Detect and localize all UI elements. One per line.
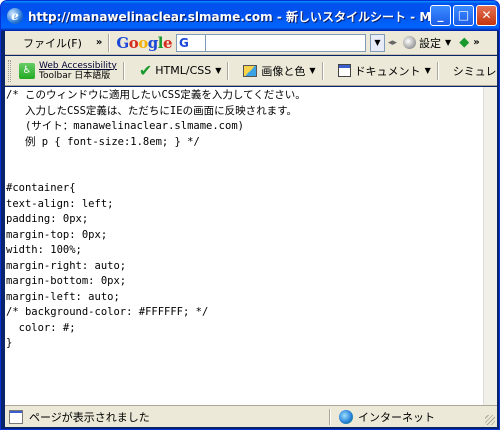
ie-icon: e bbox=[7, 8, 23, 24]
title-bar[interactable]: e http://manawelinaclear.slmame.com - 新し… bbox=[1, 1, 499, 31]
chevron-down-icon: ▼ bbox=[424, 66, 431, 75]
menu-overflow-chevron[interactable]: » bbox=[96, 37, 102, 48]
settings-menu[interactable]: 設定 bbox=[419, 35, 441, 51]
browser-window: e http://manawelinaclear.slmame.com - 新し… bbox=[0, 0, 500, 430]
image-icon bbox=[243, 64, 258, 77]
google-overflow-chevron[interactable]: » bbox=[473, 37, 479, 48]
google-search-input[interactable] bbox=[205, 33, 366, 52]
google-logo-letter: e bbox=[162, 33, 173, 52]
accessibility-toolbar-icon: ♿ bbox=[19, 62, 35, 79]
simulation-menu[interactable]: シミュレ bbox=[453, 63, 497, 79]
css-editor-area[interactable]: /* このウィンドウに適用したいCSS定義を入力してください。 入力したCSS定… bbox=[5, 87, 483, 405]
close-button[interactable]: ✕ bbox=[476, 5, 497, 26]
google-logo-letter: G bbox=[116, 33, 129, 52]
page-icon bbox=[9, 409, 23, 424]
window-controls: _ □ ✕ bbox=[430, 5, 497, 26]
chevron-down-icon[interactable]: ▼ bbox=[445, 38, 451, 47]
logo-line-toolbar: Toolbar bbox=[39, 70, 72, 81]
image-color-label: 画像と色 bbox=[261, 64, 306, 78]
maximize-button[interactable]: □ bbox=[453, 5, 474, 26]
google-logo: Google bbox=[116, 34, 172, 52]
chevron-down-icon: ▼ bbox=[309, 66, 316, 75]
status-divider bbox=[329, 408, 331, 425]
google-logo-letter: o bbox=[128, 33, 139, 52]
flag-icon[interactable]: ◆ bbox=[459, 35, 469, 50]
google-search-engine-selector[interactable]: G bbox=[175, 33, 206, 52]
google-logo-letter: g bbox=[147, 33, 159, 52]
toolbar-separator bbox=[227, 61, 230, 80]
html-css-label: HTML/CSS bbox=[155, 64, 212, 77]
accessibility-toolbar: ♿ Web Accessibility Toolbar 日本語版 ✔ HTML/… bbox=[5, 56, 497, 86]
document-label: ドキュメント bbox=[354, 64, 421, 78]
accessibility-toolbar-logo[interactable]: Web Accessibility Toolbar 日本語版 bbox=[39, 61, 117, 81]
logo-line: Toolbar 日本語版 bbox=[39, 71, 117, 81]
settings-icon[interactable] bbox=[403, 36, 417, 49]
simulation-label: シミュレ bbox=[452, 64, 497, 78]
status-text: ページが表示されました bbox=[29, 410, 150, 424]
toolbar-separator bbox=[321, 61, 324, 80]
toolbar-separator bbox=[122, 61, 125, 80]
vertical-scrollbar[interactable] bbox=[483, 87, 497, 405]
toolbar-separator bbox=[108, 33, 111, 52]
image-color-menu[interactable]: 画像と色 ▼ bbox=[243, 63, 316, 79]
window-title: http://manawelinaclear.slmame.com - 新しいス… bbox=[28, 9, 438, 24]
toolbar-grip[interactable] bbox=[8, 59, 11, 82]
check-icon: ✔ bbox=[138, 61, 153, 80]
security-zone-text: インターネット bbox=[358, 410, 435, 424]
search-go-icon[interactable]: ◂▸ bbox=[388, 38, 397, 48]
menu-file[interactable]: ファイル(F) bbox=[23, 35, 82, 51]
status-bar: ページが表示されました インターネット bbox=[5, 405, 497, 427]
logo-line-language: 日本語版 bbox=[74, 70, 111, 81]
document-icon bbox=[337, 64, 351, 77]
css-editor-text[interactable]: /* このウィンドウに適用したいCSS定義を入力してください。 入力したCSS定… bbox=[5, 87, 483, 352]
resize-grip[interactable] bbox=[485, 415, 495, 425]
document-menu[interactable]: ドキュメント ▼ bbox=[337, 63, 431, 79]
search-dropdown-arrow[interactable]: ▼ bbox=[369, 33, 385, 52]
menu-google-bar: ファイル(F) » Google G ▼ ◂▸ 設定 ▼ ◆ » bbox=[5, 31, 497, 55]
google-logo-letter: o bbox=[138, 33, 148, 52]
globe-icon bbox=[339, 409, 353, 424]
toolbar-separator bbox=[436, 61, 439, 80]
logo-line: Web Accessibility bbox=[39, 60, 117, 71]
minimize-button[interactable]: _ bbox=[430, 5, 451, 26]
chevron-down-icon: ▼ bbox=[215, 66, 222, 75]
html-css-menu[interactable]: ✔ HTML/CSS ▼ bbox=[139, 61, 222, 80]
